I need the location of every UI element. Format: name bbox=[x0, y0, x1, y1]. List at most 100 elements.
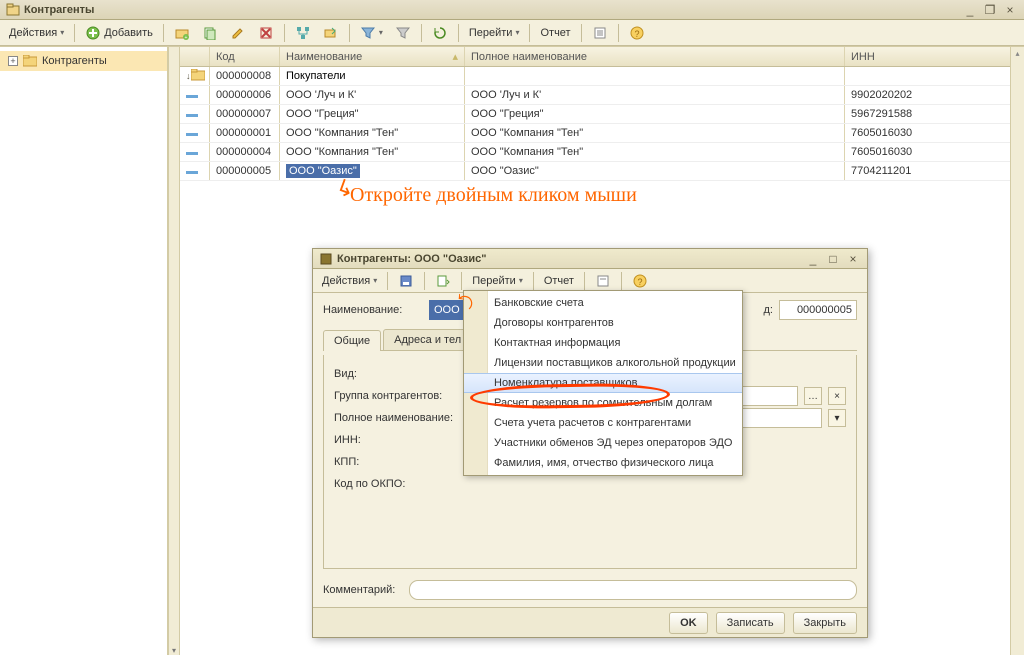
menu-item[interactable]: Счета учета расчетов с контрагентами bbox=[464, 413, 742, 433]
fullname-label: Полное наименование: bbox=[334, 412, 464, 424]
tree-panel: + Контрагенты bbox=[0, 47, 168, 655]
cell-inn: 7605016030 bbox=[845, 124, 1024, 142]
header-fullname[interactable]: Полное наименование bbox=[465, 47, 845, 66]
table-row[interactable]: 000000001ООО "Компания "Тен"ООО "Компани… bbox=[180, 124, 1024, 143]
header-code[interactable]: Код bbox=[210, 47, 280, 66]
dialog-form-button[interactable] bbox=[590, 271, 616, 291]
comment-label: Комментарий: bbox=[323, 584, 403, 596]
help-icon: ? bbox=[632, 273, 648, 289]
name-label: Наименование: bbox=[323, 304, 423, 316]
dialog-actions-button[interactable]: Действия▾ bbox=[317, 271, 382, 291]
item-icon bbox=[186, 88, 198, 102]
list-settings-button[interactable] bbox=[587, 23, 613, 43]
kind-label: Вид: bbox=[334, 368, 464, 380]
table-row[interactable]: 000000007ООО "Греция"ООО "Греция"5967291… bbox=[180, 105, 1024, 124]
dialog-goto-button[interactable]: Перейти▾ bbox=[467, 271, 528, 291]
header-name[interactable]: Наименование▴ bbox=[280, 47, 465, 66]
cell-fullname: ООО "Греция" bbox=[465, 105, 845, 123]
comment-input[interactable] bbox=[409, 580, 857, 600]
mark-delete-button[interactable] bbox=[253, 23, 279, 43]
move-button[interactable] bbox=[318, 23, 344, 43]
header-icon-col[interactable] bbox=[180, 47, 210, 66]
dialog-close-button[interactable]: × bbox=[845, 252, 861, 266]
close-dialog-button[interactable]: Закрыть bbox=[793, 612, 857, 634]
table-row[interactable]: 000000004ООО "Компания "Тен"ООО "Компани… bbox=[180, 143, 1024, 162]
copy-button[interactable] bbox=[197, 23, 223, 43]
table-row[interactable]: 000000006ООО 'Луч и К'ООО 'Луч и К'99020… bbox=[180, 86, 1024, 105]
ok-button[interactable]: OK bbox=[669, 612, 708, 634]
folder-add-icon: + bbox=[174, 25, 190, 41]
cell-inn bbox=[845, 67, 1024, 85]
tab-addresses[interactable]: Адреса и тел bbox=[383, 329, 472, 350]
menu-item[interactable]: Номенклатура поставщиков bbox=[464, 373, 742, 393]
dialog-maximize-button[interactable]: □ bbox=[825, 252, 841, 266]
splitter[interactable]: ▾ bbox=[168, 47, 180, 655]
add-button[interactable]: Добавить bbox=[80, 23, 158, 43]
cell-code: 000000004 bbox=[210, 143, 280, 161]
filter-button[interactable]: ▾ bbox=[355, 23, 388, 43]
dialog-minimize-button[interactable]: _ bbox=[805, 252, 821, 266]
cell-code: 000000005 bbox=[210, 162, 280, 180]
tree-root-item[interactable]: + Контрагенты bbox=[0, 51, 167, 71]
vertical-scrollbar[interactable]: ▴ bbox=[1010, 47, 1024, 655]
cell-code: 000000008 bbox=[210, 67, 280, 85]
dialog-reread-button[interactable] bbox=[430, 271, 456, 291]
form-icon bbox=[595, 273, 611, 289]
cell-name: ООО "Компания "Тен" bbox=[280, 124, 465, 142]
menu-item[interactable]: Фамилия, имя, отчество физического лица bbox=[464, 453, 742, 473]
code-input[interactable]: 000000005 bbox=[779, 300, 857, 320]
cell-fullname: ООО "Оазис" bbox=[465, 162, 845, 180]
group-select-button[interactable]: … bbox=[804, 387, 822, 405]
actions-menu-button[interactable]: Действия▾ bbox=[4, 23, 69, 43]
table-row[interactable]: 000000005ООО "Оазис"ООО "Оазис"770421120… bbox=[180, 162, 1024, 181]
hierarchy-button[interactable] bbox=[290, 23, 316, 43]
dialog-report-button[interactable]: Отчет bbox=[539, 271, 579, 291]
menu-item[interactable]: Контактная информация bbox=[464, 333, 742, 353]
dialog-titlebar: Контрагенты: ООО "Оазис" _ □ × bbox=[313, 249, 867, 269]
cell-name: ООО "Оазис" bbox=[280, 162, 465, 180]
splitter-handle-icon: ▾ bbox=[172, 646, 176, 655]
refresh-button[interactable] bbox=[427, 23, 453, 43]
tab-general[interactable]: Общие bbox=[323, 330, 381, 351]
svg-text:?: ? bbox=[637, 277, 642, 287]
dialog-save-button[interactable] bbox=[393, 271, 419, 291]
menu-item[interactable]: Участники обменов ЭД через операторов ЭД… bbox=[464, 433, 742, 453]
cell-inn: 9902020202 bbox=[845, 86, 1024, 104]
maximize-button[interactable]: ❐ bbox=[982, 3, 998, 17]
main-window: Контрагенты _ ❐ × Действия▾ Добавить + ▾… bbox=[0, 0, 1024, 655]
help-button[interactable]: ? bbox=[624, 23, 650, 43]
cell-name: ООО "Греция" bbox=[280, 105, 465, 123]
filter-off-icon bbox=[395, 25, 411, 41]
menu-item[interactable]: Договоры контрагентов bbox=[464, 313, 742, 333]
main-toolbar: Действия▾ Добавить + ▾ Перейти▾ Отчет ? bbox=[0, 20, 1024, 46]
menu-item[interactable]: Расчет резервов по сомнительным долгам bbox=[464, 393, 742, 413]
report-button[interactable]: Отчет bbox=[535, 23, 575, 43]
cell-inn: 5967291588 bbox=[845, 105, 1024, 123]
table-row[interactable]: ↓ 000000008Покупатели bbox=[180, 67, 1024, 86]
dialog-footer: OK Записать Закрыть bbox=[313, 607, 867, 637]
folder-icon bbox=[191, 69, 205, 84]
cell-code: 000000007 bbox=[210, 105, 280, 123]
window-title: Контрагенты bbox=[24, 4, 94, 16]
group-clear-button[interactable]: × bbox=[828, 387, 846, 405]
cell-fullname bbox=[465, 67, 845, 85]
add-folder-button[interactable]: + bbox=[169, 23, 195, 43]
header-inn[interactable]: ИНН bbox=[845, 47, 1024, 66]
fullname-dropdown-button[interactable]: ▾ bbox=[828, 409, 846, 427]
close-button[interactable]: × bbox=[1002, 3, 1018, 17]
help-icon: ? bbox=[629, 25, 645, 41]
okpo-label: Код по ОКПО: bbox=[334, 478, 464, 490]
expand-icon[interactable]: + bbox=[8, 56, 18, 66]
minimize-button[interactable]: _ bbox=[962, 3, 978, 17]
list-icon bbox=[592, 25, 608, 41]
cell-fullname: ООО 'Луч и К' bbox=[465, 86, 845, 104]
filter-off-button[interactable] bbox=[390, 23, 416, 43]
goto-menu-button[interactable]: Перейти▾ bbox=[464, 23, 525, 43]
dialog-help-button[interactable]: ? bbox=[627, 271, 653, 291]
edit-button[interactable] bbox=[225, 23, 251, 43]
menu-item[interactable]: Лицензии поставщиков алкогольной продукц… bbox=[464, 353, 742, 373]
menu-item[interactable]: Банковские счета bbox=[464, 293, 742, 313]
refresh-icon bbox=[432, 25, 448, 41]
write-button[interactable]: Записать bbox=[716, 612, 785, 634]
app-icon bbox=[6, 3, 20, 17]
